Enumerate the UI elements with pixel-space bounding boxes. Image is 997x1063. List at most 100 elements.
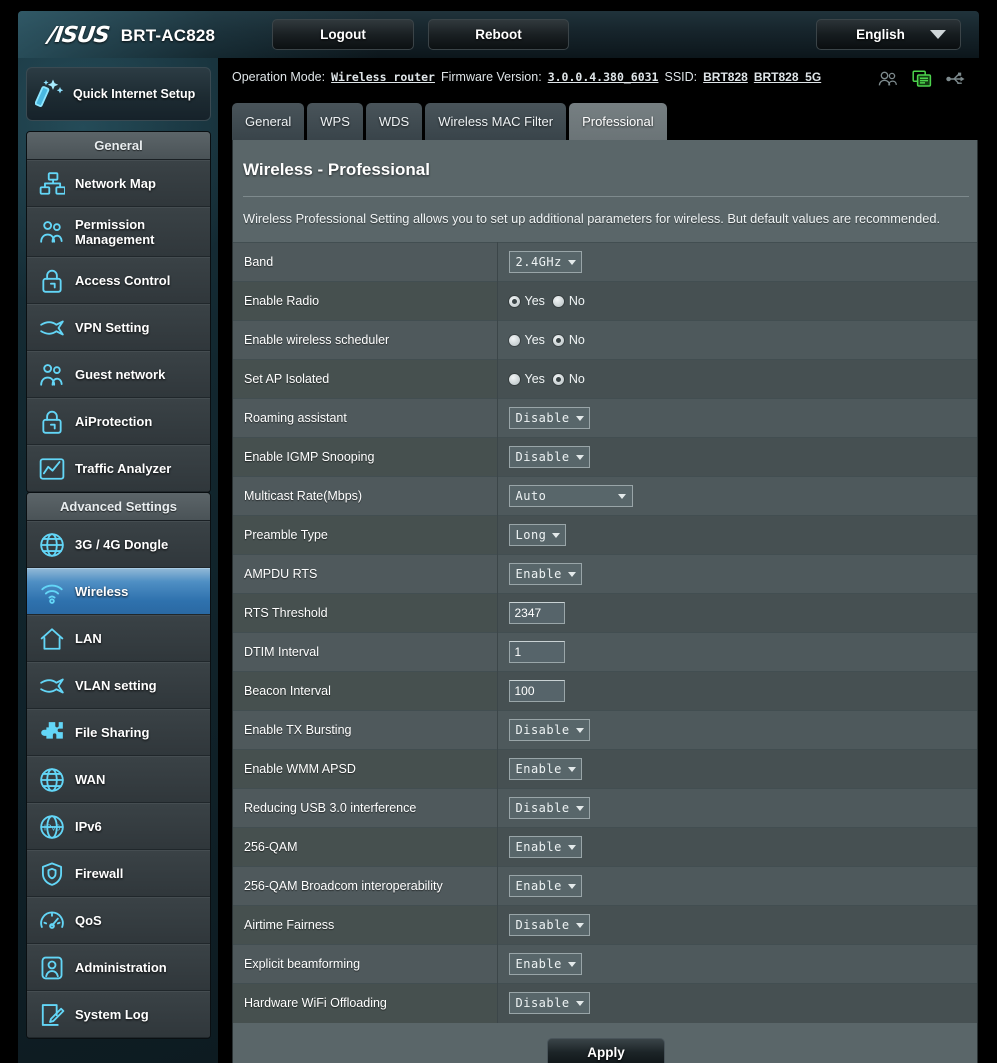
- setting-row: Roaming assistant Disable: [233, 398, 977, 438]
- sidebar-item-label: LAN: [75, 631, 102, 646]
- setting-row: Set AP Isolated Yes No: [233, 359, 977, 399]
- setting-label: Airtime Fairness: [233, 905, 498, 945]
- setting-label: Multicast Rate(Mbps): [233, 476, 498, 516]
- language-selector[interactable]: English: [816, 19, 961, 50]
- sidebar-item-ipv6[interactable]: IPv6 IPv6: [27, 803, 210, 850]
- enable-tx-bursting-dropdown[interactable]: Disable: [508, 719, 590, 741]
- sidebar-item-qos[interactable]: QoS: [27, 897, 210, 944]
- setting-control-cell: Enable: [497, 866, 977, 906]
- sidebar-item-wireless[interactable]: Wireless: [27, 568, 210, 615]
- sidebar-item-vlan-setting[interactable]: VLAN setting: [27, 662, 210, 709]
- quick-internet-setup-label: Quick Internet Setup: [73, 86, 196, 101]
- sidebar-item-network-map[interactable]: Network Map: [27, 160, 210, 207]
- tab-wireless-mac-filter[interactable]: Wireless MAC Filter: [425, 103, 567, 140]
- band-dropdown[interactable]: 2.4GHz: [508, 251, 582, 273]
- sidebar-item-administration[interactable]: Administration: [27, 944, 210, 991]
- svg-text:IPv6: IPv6: [44, 823, 61, 832]
- tab-wds[interactable]: WDS: [365, 103, 423, 140]
- sidebar-item-access-control[interactable]: Access Control: [27, 257, 210, 304]
- 256-qam-broadcom-interoperability-dropdown[interactable]: Enable: [508, 875, 582, 897]
- setting-row: Airtime Fairness Disable: [233, 905, 977, 945]
- gauge-icon: [40, 911, 64, 929]
- sidebar-item-label: Administration: [75, 960, 167, 975]
- radio-label: No: [568, 294, 585, 308]
- enable-radio-radio-yes[interactable]: Yes: [508, 294, 545, 308]
- setting-row: Preamble Type Long: [233, 515, 977, 555]
- 256-qam-dropdown[interactable]: Enable: [508, 836, 582, 858]
- panel-header: Wireless - Professional: [233, 140, 977, 180]
- tab-general[interactable]: General: [232, 103, 305, 140]
- tab-professional[interactable]: Professional: [569, 103, 667, 140]
- quick-internet-setup-button[interactable]: Quick Internet Setup: [26, 67, 211, 121]
- status-icon-tray: [878, 70, 966, 93]
- setting-row: DTIM Interval 1: [233, 632, 977, 672]
- roaming-assistant-dropdown[interactable]: Disable: [508, 407, 590, 429]
- router-model-name: BRT-AC828: [120, 25, 216, 45]
- operation-mode-value[interactable]: Wireless router: [331, 70, 435, 84]
- explicit-beamforming-dropdown[interactable]: Enable: [508, 953, 582, 975]
- logout-button[interactable]: Logout: [272, 19, 414, 50]
- multicast-rate-mbps-dropdown[interactable]: Auto: [508, 485, 633, 507]
- ssid-24ghz[interactable]: BRT828: [703, 70, 748, 84]
- reboot-button[interactable]: Reboot: [428, 19, 569, 50]
- enable-wmm-apsd-dropdown-value: Enable: [515, 762, 562, 776]
- sidebar-item-label: VPN Setting: [75, 320, 150, 335]
- beacon-interval-input[interactable]: 100: [508, 680, 565, 702]
- apply-button[interactable]: Apply: [547, 1037, 665, 1063]
- sidebar-item-label: VLAN setting: [75, 678, 157, 693]
- tab-wps[interactable]: WPS: [307, 103, 363, 140]
- monitor-icon[interactable]: [912, 70, 932, 93]
- chevron-down-icon: [617, 493, 626, 499]
- puzzle-icon: [41, 721, 63, 739]
- sidebar-item-label: Wireless: [75, 584, 129, 599]
- sidebar-item-firewall[interactable]: Firewall: [27, 850, 210, 897]
- usb-icon[interactable]: [946, 70, 966, 93]
- sidebar-item-3g-4g-dongle[interactable]: 3G / 4G Dongle: [27, 521, 210, 568]
- enable-radio-radio-no[interactable]: No: [552, 294, 585, 308]
- setting-row: Reducing USB 3.0 interference Disable: [233, 788, 977, 828]
- setting-label: RTS Threshold: [233, 593, 498, 633]
- ampdu-rts-dropdown[interactable]: Enable: [508, 563, 582, 585]
- sidebar-item-wan[interactable]: WAN: [27, 756, 210, 803]
- enable-wireless-scheduler-radio-no[interactable]: No: [552, 333, 585, 347]
- enable-igmp-snooping-dropdown[interactable]: Disable: [508, 446, 590, 468]
- sidebar-item-traffic-analyzer[interactable]: Traffic Analyzer: [27, 445, 210, 492]
- sidebar-item-permission-management[interactable]: Permission Management: [27, 207, 210, 257]
- reducing-usb-3-0-interference-dropdown[interactable]: Disable: [508, 797, 590, 819]
- preamble-type-dropdown[interactable]: Long: [508, 524, 567, 546]
- chevron-down-icon: [567, 883, 576, 889]
- enable-wireless-scheduler-radio-yes[interactable]: Yes: [508, 333, 545, 347]
- setting-control-cell: Enable: [497, 749, 977, 789]
- airtime-fairness-dropdown[interactable]: Disable: [508, 914, 590, 936]
- hardware-wifi-offloading-dropdown[interactable]: Disable: [508, 992, 590, 1015]
- sidebar-item-aiprotection[interactable]: AiProtection: [27, 398, 210, 445]
- firmware-value[interactable]: 3.0.0.4.380_6031: [548, 70, 659, 84]
- clients-icon[interactable]: [878, 70, 898, 93]
- sidebar-item-file-sharing[interactable]: File Sharing: [27, 709, 210, 756]
- dtim-interval-input[interactable]: 1: [508, 641, 565, 663]
- setting-control-cell: Enable: [497, 944, 977, 984]
- sidebar-item-vpn-setting[interactable]: VPN Setting: [27, 304, 210, 351]
- sidebar-item-label: File Sharing: [75, 725, 150, 740]
- set-ap-isolated-radio-yes[interactable]: Yes: [508, 372, 545, 386]
- radio-label: Yes: [524, 333, 545, 347]
- chevron-down-icon: [930, 30, 946, 39]
- setting-row: Enable WMM APSD Enable: [233, 749, 977, 789]
- sidebar-item-lan[interactable]: LAN: [27, 615, 210, 662]
- sidebar-group-general-title: General: [27, 132, 210, 160]
- sidebar-item-label: WAN: [75, 772, 106, 787]
- setting-control-cell: 2347: [497, 593, 977, 633]
- ssid-5ghz[interactable]: BRT828_5G: [754, 70, 821, 84]
- rts-threshold-input[interactable]: 2347: [508, 602, 565, 624]
- setting-control-cell: 1: [497, 632, 977, 672]
- sidebar-item-guest-network[interactable]: Guest network: [27, 351, 210, 398]
- sidebar-item-label: Firewall: [75, 866, 124, 881]
- setting-control-cell: Enable: [497, 554, 977, 594]
- edit-note-icon: [41, 1003, 65, 1026]
- sidebar-item-system-log[interactable]: System Log: [27, 991, 210, 1038]
- setting-label: Enable Radio: [233, 281, 498, 321]
- traffic-analyzer-icon: [39, 457, 65, 480]
- enable-wmm-apsd-dropdown[interactable]: Enable: [508, 758, 582, 780]
- set-ap-isolated-radio-no[interactable]: No: [552, 372, 585, 386]
- radio-button-icon: [552, 334, 564, 346]
